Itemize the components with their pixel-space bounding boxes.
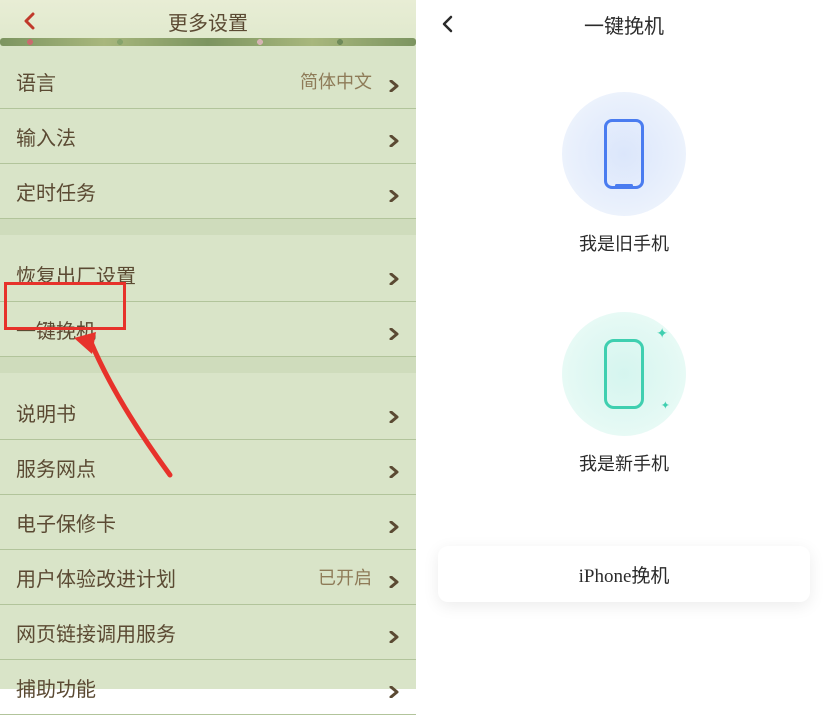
settings-row[interactable]: 服务网点 xyxy=(0,440,416,495)
chevron-right-icon xyxy=(388,130,400,142)
settings-row[interactable]: 用户体验改进计划 已开启 xyxy=(0,550,416,605)
old-phone-option[interactable]: 我是旧手机 xyxy=(416,92,832,256)
settings-row[interactable]: 输入法 xyxy=(0,109,416,164)
row-label: 网页链接调用服务 xyxy=(16,618,176,647)
chevron-right-icon xyxy=(388,406,400,418)
chevron-right-icon xyxy=(388,75,400,87)
new-phone-option[interactable]: ✦ ✦ 我是新手机 xyxy=(416,312,832,476)
transfer-screen: 一键挽机 我是旧手机 ✦ ✦ 我是新手机 iPhone挽机 xyxy=(416,0,832,689)
transfer-title: 一键挽机 xyxy=(584,10,664,39)
row-label: 电子保修卡 xyxy=(16,508,116,537)
settings-row[interactable]: 网页链接调用服务 xyxy=(0,605,416,660)
row-label: 定时任务 xyxy=(16,177,96,206)
row-label: 一键挽机 xyxy=(16,315,96,344)
settings-row[interactable]: 电子保修卡 xyxy=(0,495,416,550)
chevron-left-icon xyxy=(21,12,39,30)
settings-row[interactable]: 语言 简体中文 xyxy=(0,54,416,109)
row-label: 输入法 xyxy=(16,122,76,151)
chevron-right-icon xyxy=(388,516,400,528)
row-label: 恢复出厂设置 xyxy=(16,260,136,289)
settings-title: 更多设置 xyxy=(168,7,248,36)
settings-list: 语言 简体中文输入法定时任务恢复出厂设置一键挽机说明书服务网点电子保修卡用户体验改… xyxy=(0,54,416,715)
row-label: 捕助功能 xyxy=(16,673,96,702)
chevron-right-icon xyxy=(388,571,400,583)
sparkle-icon: ✦ xyxy=(656,326,668,343)
chevron-right-icon xyxy=(388,461,400,473)
old-phone-icon xyxy=(562,92,686,216)
back-button[interactable] xyxy=(10,0,50,42)
old-phone-label: 我是旧手机 xyxy=(579,230,669,256)
settings-row[interactable]: 恢复出厂设置 xyxy=(0,247,416,302)
back-button[interactable] xyxy=(428,0,468,48)
row-value: 已开启 xyxy=(318,564,372,590)
row-label: 语言 xyxy=(16,67,56,96)
row-label: 用户体验改进计划 xyxy=(16,563,176,592)
settings-row[interactable]: 捕助功能 xyxy=(0,660,416,715)
chevron-right-icon xyxy=(388,626,400,638)
chevron-right-icon xyxy=(388,268,400,280)
chevron-right-icon xyxy=(388,681,400,693)
settings-header: 更多设置 xyxy=(0,0,416,42)
iphone-transfer-label: iPhone挽机 xyxy=(579,561,670,588)
chevron-left-icon xyxy=(439,15,457,33)
settings-row[interactable]: 一键挽机 xyxy=(0,302,416,357)
chevron-right-icon xyxy=(388,185,400,197)
settings-row[interactable]: 定时任务 xyxy=(0,164,416,219)
chevron-right-icon xyxy=(388,323,400,335)
new-phone-icon: ✦ ✦ xyxy=(562,312,686,436)
settings-screen: 更多设置 语言 简体中文输入法定时任务恢复出厂设置一键挽机说明书服务网点电子保修卡… xyxy=(0,0,416,689)
settings-row[interactable]: 说明书 xyxy=(0,385,416,440)
row-label: 说明书 xyxy=(16,398,76,427)
row-value: 简体中文 xyxy=(300,68,372,94)
transfer-header: 一键挽机 xyxy=(416,0,832,48)
new-phone-label: 我是新手机 xyxy=(579,450,669,476)
row-label: 服务网点 xyxy=(16,453,96,482)
iphone-transfer-button[interactable]: iPhone挽机 xyxy=(438,546,810,602)
sparkle-icon: ✦ xyxy=(661,399,670,412)
